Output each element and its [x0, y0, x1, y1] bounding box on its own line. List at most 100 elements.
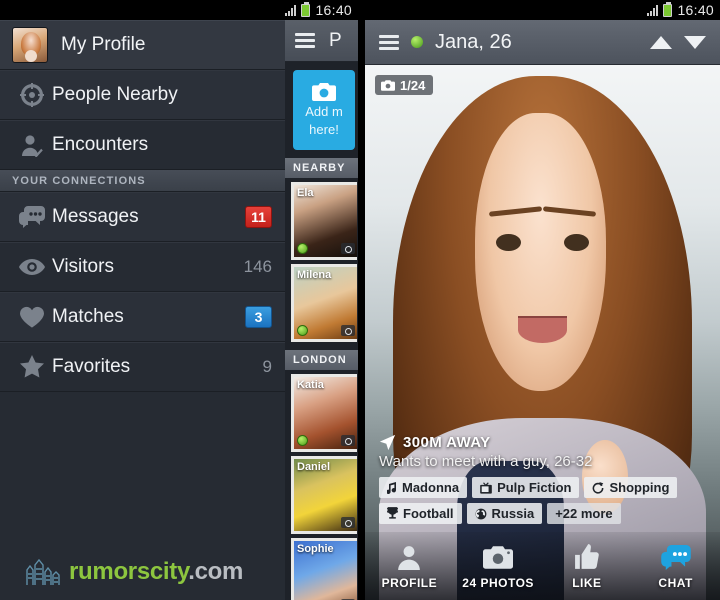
trophy-icon — [387, 507, 398, 519]
profile-photo[interactable]: 1/24 300M AWAY Wants to meet with a guy,… — [365, 65, 720, 600]
tab-label: CHAT — [658, 576, 693, 590]
heart-icon — [12, 306, 52, 328]
watermark-tld: .com — [188, 558, 244, 585]
drawer-item-messages[interactable]: Messages 11 — [0, 192, 285, 242]
photo-face — [475, 113, 607, 392]
drawer-item-label: Encounters — [52, 133, 149, 155]
chat-bubbles-icon — [660, 542, 692, 572]
tag-label: Football — [403, 506, 454, 521]
drawer-item-people-nearby[interactable]: People Nearby — [0, 70, 285, 120]
camera-icon — [483, 542, 514, 572]
thumbnail-milena[interactable]: Milena — [291, 264, 357, 342]
tab-label: LIKE — [572, 576, 602, 590]
camera-icon — [381, 79, 395, 91]
drawer-section-header: YOUR CONNECTIONS — [0, 170, 285, 192]
drawer-item-encounters[interactable]: Encounters — [0, 120, 285, 170]
camera-icon — [341, 325, 355, 336]
left-phone: 16:40 P Add m here! NEARBY Ela Milena LO… — [0, 0, 358, 600]
drawer-item-favorites[interactable]: Favorites 9 — [0, 342, 285, 392]
strip-section-nearby: NEARBY — [285, 158, 358, 178]
thumbnail-daniel[interactable]: Daniel — [291, 456, 357, 534]
add-me-line1: Add m — [305, 104, 343, 119]
status-clock: 16:40 — [677, 2, 714, 18]
status-badge: 3 — [245, 305, 272, 328]
status-bar-left: 16:40 — [0, 0, 358, 20]
tab-profile[interactable]: PROFILE — [365, 542, 454, 590]
tag-label: Shopping — [609, 480, 670, 495]
interest-tags: Madonna Pulp Fiction Shopping Football R… — [379, 477, 706, 524]
tag-russia[interactable]: Russia — [466, 503, 543, 524]
online-status-dot — [411, 36, 423, 48]
city-skyline-icon — [26, 558, 60, 585]
tag-label: Madonna — [402, 480, 460, 495]
star-icon — [12, 355, 52, 378]
drawer-item-matches[interactable]: Matches 3 — [0, 292, 285, 342]
status-bar-right: 16:40 — [365, 0, 720, 20]
camera-icon — [341, 435, 355, 446]
online-status-dot — [297, 325, 308, 336]
eye-icon — [12, 258, 52, 275]
signal-bars-icon — [647, 4, 659, 16]
status-badge: 11 — [245, 205, 272, 228]
distance-text: 300M AWAY — [403, 434, 491, 451]
hamburger-icon[interactable] — [295, 33, 315, 48]
status-clock: 16:40 — [315, 2, 352, 18]
tab-photos[interactable]: 24 PHOTOS — [454, 542, 543, 590]
drawer-profile-label: My Profile — [61, 33, 146, 55]
tag-shopping[interactable]: Shopping — [584, 477, 678, 498]
thumbnail-sophie[interactable]: Sophie — [291, 538, 357, 600]
tag-more[interactable]: +22 more — [547, 503, 621, 524]
avatar — [12, 26, 48, 63]
tag-pulp-fiction[interactable]: Pulp Fiction — [472, 477, 580, 498]
strip-header: P — [285, 20, 358, 62]
thumbnail-name: Milena — [297, 269, 332, 281]
bottom-tab-bar: PROFILE 24 PHOTOS LIKE CHAT — [365, 532, 720, 600]
watermark: rumorscity.com — [24, 554, 243, 586]
distance-row: 300M AWAY — [379, 434, 706, 451]
navigation-drawer: My Profile People Nearby Encounters YOUR… — [0, 20, 285, 600]
item-count: 146 — [243, 256, 272, 276]
tab-like[interactable]: LIKE — [543, 542, 632, 590]
camera-icon — [341, 517, 355, 528]
drawer-item-label: Favorites — [52, 355, 131, 377]
watermark-brand: rumorscity — [69, 558, 189, 585]
add-me-here-card[interactable]: Add m here! — [293, 70, 355, 150]
photo-counter-badge: 1/24 — [375, 75, 434, 95]
music-note-icon — [387, 481, 397, 494]
thumbnail-name: Sophie — [297, 543, 334, 555]
drawer-item-label: Visitors — [52, 255, 114, 277]
drawer-item-label: Messages — [52, 205, 139, 227]
tag-label: +22 more — [555, 506, 613, 521]
tag-madonna[interactable]: Madonna — [379, 477, 468, 498]
thumbnail-katia[interactable]: Katia — [291, 374, 357, 452]
online-status-dot — [297, 435, 308, 446]
profile-header: Jana, 26 — [365, 20, 720, 65]
thumbnail-ela[interactable]: Ela — [291, 182, 357, 260]
tab-label: 24 PHOTOS — [462, 576, 534, 590]
profile-info-overlay: 300M AWAY Wants to meet with a guy, 26-3… — [365, 434, 720, 530]
people-nearby-strip: P Add m here! NEARBY Ela Milena LONDON K… — [285, 20, 358, 600]
page-title: Jana, 26 — [435, 30, 512, 53]
triangle-up-icon[interactable] — [650, 35, 672, 49]
hamburger-icon[interactable] — [379, 34, 399, 50]
thumbnail-name: Daniel — [297, 461, 331, 473]
person-icon — [396, 542, 422, 572]
screenshot-root: 16:40 P Add m here! NEARBY Ela Milena LO… — [0, 0, 720, 600]
drawer-item-my-profile[interactable]: My Profile — [0, 20, 285, 70]
thumbnail-name: Katia — [297, 379, 324, 391]
thumbnail-name: Ela — [297, 187, 314, 199]
signal-bars-icon — [285, 4, 297, 16]
location-arrow-icon — [379, 434, 396, 451]
tab-label: PROFILE — [381, 576, 438, 590]
right-phone: 16:40 Jana, 26 1/24 300M AWAY Wants to m… — [365, 0, 720, 600]
crosshair-icon — [12, 82, 52, 107]
camera-icon — [312, 83, 336, 101]
triangle-down-icon[interactable] — [684, 35, 706, 49]
tab-chat[interactable]: CHAT — [631, 542, 720, 590]
camera-icon — [341, 243, 355, 254]
online-status-dot — [297, 243, 308, 254]
battery-icon — [301, 1, 311, 17]
thumbs-up-icon — [574, 542, 599, 572]
tag-football[interactable]: Football — [379, 503, 462, 524]
drawer-item-visitors[interactable]: Visitors 146 — [0, 242, 285, 292]
